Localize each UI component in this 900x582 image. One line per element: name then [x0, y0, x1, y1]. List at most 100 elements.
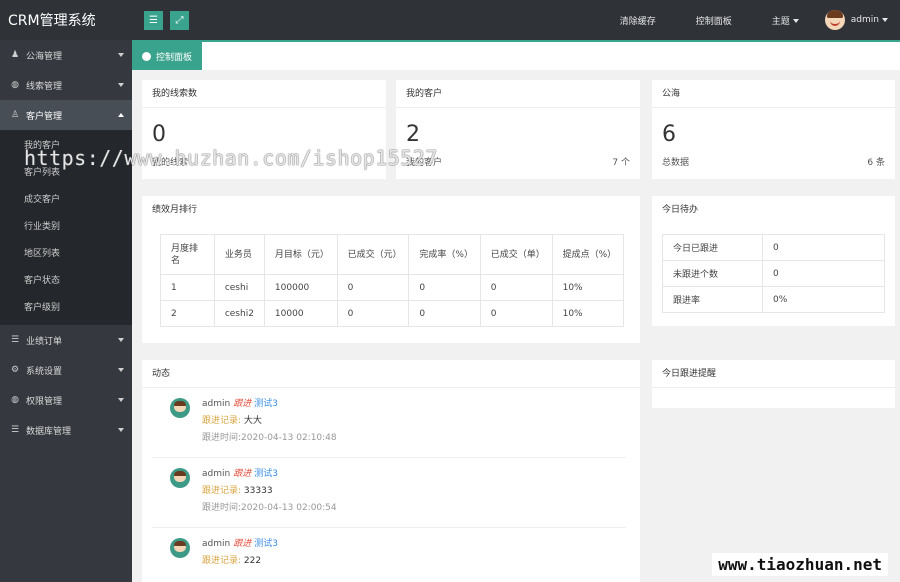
sidebar-item-public-pool[interactable]: ♟ 公海管理 — [0, 40, 132, 70]
feed-time-label: 跟进时间: — [202, 503, 242, 513]
feed-record: 大大 — [243, 416, 262, 426]
stat-value: 0 — [152, 122, 166, 147]
sidebar-item-customers[interactable]: ♙ 客户管理 — [0, 100, 132, 130]
fullscreen-button[interactable]: ⤢ — [170, 10, 189, 30]
stat-foot-label: 总数据 — [662, 158, 690, 168]
table-cell: 0% — [762, 286, 885, 313]
dashboard-link[interactable]: 控制面板 — [696, 14, 732, 27]
sidebar-item-label: 数据库管理 — [26, 426, 72, 437]
table-cell: 2 — [160, 300, 215, 327]
stat-card-customers: 我的客户 2 我的客户 7 个 — [396, 80, 640, 179]
chevron-down-icon — [882, 17, 888, 22]
performance-table: 月度排名 业务员 月目标（元） 已成交（元） 完成率（%） 已成交（单） 提成点… — [160, 234, 625, 327]
column-header: 提成点（%） — [551, 234, 625, 275]
submenu-region[interactable]: 地区列表 — [0, 241, 132, 268]
chevron-down-icon — [118, 398, 124, 402]
avatar — [170, 538, 190, 558]
sidebar-item-label: 线索管理 — [26, 81, 63, 92]
sidebar-item-label: 业绩订单 — [26, 336, 63, 347]
table-row: 1 ceshi 100000 0 0 0 10% — [160, 274, 625, 301]
table-row: 今日已跟进 0 — [662, 234, 885, 261]
table-cell: 0 — [479, 274, 553, 301]
theme-label: 主题 — [771, 16, 790, 27]
card-title: 动态 — [142, 360, 640, 388]
feed-customer-link[interactable]: 测试3 — [254, 469, 278, 479]
submenu-deal-customers[interactable]: 成交客户 — [0, 187, 132, 214]
card-title: 公海 — [652, 80, 895, 108]
sidebar-item-settings[interactable]: ⚙ 系统设置 — [0, 355, 132, 385]
table-cell: ceshi2 — [213, 300, 265, 327]
feed-item: admin 跟进 测试3 跟进记录: 222 — [152, 528, 626, 580]
chevron-down-icon — [118, 428, 124, 432]
feed-action: 跟进 — [233, 399, 252, 409]
card-title: 我的线索数 — [142, 80, 386, 108]
sidebar-item-database[interactable]: ☰ 数据库管理 — [0, 415, 132, 445]
feed-user: admin — [202, 399, 231, 409]
feed-record: 33333 — [243, 486, 273, 496]
stat-value: 6 — [662, 122, 676, 147]
table-cell: 10000 — [263, 300, 338, 327]
menu-icon: ☰ — [149, 14, 158, 26]
stat-foot-count: 7 个 — [612, 158, 630, 168]
sidebar-item-permissions[interactable]: ◍ 权限管理 — [0, 385, 132, 415]
top-navbar: CRM管理系统 ☰ ⤢ 清除缓存 控制面板 主题 admin — [0, 0, 900, 40]
table-cell: 0 — [336, 300, 410, 327]
feed-time: 2020-04-13 02:10:48 — [241, 433, 337, 443]
column-header: 月目标（元） — [263, 234, 338, 275]
table-header-row: 月度排名 业务员 月目标（元） 已成交（元） 完成率（%） 已成交（单） 提成点… — [160, 234, 625, 275]
column-header: 已成交（单） — [479, 234, 553, 275]
avatar — [170, 398, 190, 418]
feed-customer-link[interactable]: 测试3 — [254, 539, 278, 549]
feed-record: 222 — [243, 556, 262, 566]
sidebar-item-label: 系统设置 — [26, 366, 63, 377]
user-icon: ♙ — [10, 110, 20, 120]
user-avatar[interactable] — [824, 10, 845, 30]
submenu-status[interactable]: 客户状态 — [0, 268, 132, 295]
globe-icon: ◍ — [11, 395, 19, 405]
chevron-down-icon — [792, 19, 799, 23]
table-cell: 10% — [551, 300, 625, 327]
tab-dashboard[interactable]: 控制面板 — [132, 42, 203, 70]
wrench-icon: ⚙ — [10, 365, 20, 375]
feed-time-label: 跟进时间: — [202, 433, 242, 443]
users-icon: ♟ — [10, 50, 20, 60]
tab-bar: 控制面板 — [132, 40, 900, 70]
user-menu[interactable]: admin — [851, 15, 888, 25]
user-name: admin — [850, 15, 879, 25]
clear-cache-link[interactable]: 清除缓存 — [620, 14, 656, 27]
submenu-level[interactable]: 客户级别 — [0, 295, 132, 322]
feed-user: admin — [202, 469, 231, 479]
submenu-industry[interactable]: 行业类别 — [0, 214, 132, 241]
menu-toggle-button[interactable]: ☰ — [144, 10, 163, 30]
stat-card-pool: 公海 6 总数据 6 条 — [652, 80, 895, 179]
card-title: 今日跟进提醒 — [652, 360, 895, 388]
card-title: 绩效月排行 — [152, 205, 198, 215]
table-row: 2 ceshi2 10000 0 0 0 10% — [160, 300, 625, 327]
feed-time: 2020-04-13 02:00:54 — [241, 503, 337, 513]
main-content: 控制面板 我的线索数 0 我的线索 我的客户 2 我的客户 7 个 公海 6 总数… — [132, 40, 900, 582]
feed-action: 跟进 — [233, 539, 252, 549]
follow-up-reminder-card: 今日跟进提醒 — [652, 360, 895, 408]
chevron-down-icon — [118, 368, 124, 372]
feed-item: admin 跟进 测试3 跟进记录: 33333 跟进时间:2020-04-13 0… — [152, 458, 626, 528]
sidebar-item-label: 公海管理 — [26, 51, 63, 62]
theme-dropdown[interactable]: 主题 — [772, 14, 799, 27]
chevron-down-icon — [118, 338, 124, 342]
stat-foot-label: 我的线索 — [152, 158, 189, 168]
sidebar-item-label: 权限管理 — [26, 396, 63, 407]
sidebar-item-leads[interactable]: ◍ 线索管理 — [0, 70, 132, 100]
today-todo-card: 今日待办 今日已跟进 0 未跟进个数 0 跟进率 0% — [652, 196, 895, 326]
sidebar-item-orders[interactable]: ☰ 业绩订单 — [0, 325, 132, 355]
avatar — [170, 468, 190, 488]
submenu-customer-list[interactable]: 客户列表 — [0, 160, 132, 187]
feed-action: 跟进 — [233, 469, 252, 479]
table-cell: 1 — [160, 274, 215, 301]
feed-item: admin 跟进 测试3 跟进记录: 大大 跟进时间:2020-04-13 02:1… — [152, 388, 626, 458]
globe-icon: ◍ — [11, 80, 19, 90]
feed-record-label: 跟进记录: — [202, 556, 242, 566]
top-right-menu: 清除缓存 控制面板 主题 admin — [620, 0, 900, 40]
feed-user: admin — [202, 539, 231, 549]
submenu-my-customers[interactable]: 我的客户 — [0, 133, 132, 160]
feed-customer-link[interactable]: 测试3 — [254, 399, 278, 409]
table-cell: 跟进率 — [662, 286, 763, 313]
